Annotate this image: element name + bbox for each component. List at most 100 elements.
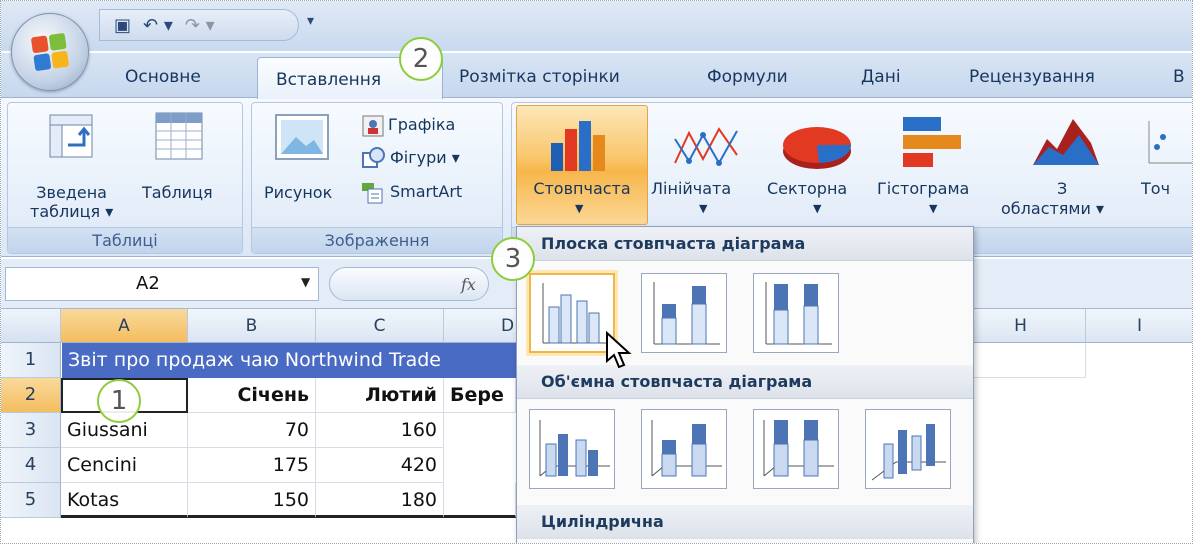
pivot-label-2: таблиця ▾ [30,202,114,221]
3d-clustered-column-icon [539,420,610,477]
3d-stacked-column-option[interactable] [641,409,727,489]
row-header-1[interactable]: 1 [1,343,61,378]
save-icon[interactable]: ▣ [114,15,131,36]
section-cylinder: Циліндрична [517,505,973,539]
tab-home[interactable]: Основне [125,67,201,87]
3d-clustered-column-option[interactable] [529,409,615,489]
name-box-dropdown-icon[interactable]: ▼ [301,275,310,289]
3d-stacked-column-icon [651,420,722,477]
group-tables-label: Таблиці [8,227,242,253]
row-header-5[interactable]: 5 [1,483,61,518]
insert-function-icon[interactable]: fx [461,275,476,294]
row-header-2[interactable]: 2 [1,378,61,413]
histogram-button[interactable]: Гістограма [877,179,969,198]
percent-stacked-column-option[interactable] [753,273,839,353]
area-chart-button[interactable]: областями ▾ [1001,199,1104,218]
section-2d-column: Плоска стовпчаста діаграма [517,227,973,261]
quick-access-toolbar: ▣ ↶ ▾ ↷ ▾ [99,9,299,41]
line-chart-arrow-icon: ▼ [699,202,708,215]
pivot-table-button[interactable]: Зведена таблиця ▾ [30,183,113,221]
callout-2: 2 [399,37,443,81]
shapes-button[interactable]: Фігури ▾ [390,148,460,167]
tab-view[interactable]: В [1173,67,1185,87]
percent-stacked-column-icon [765,282,832,345]
table-button[interactable]: Таблиця [142,183,213,202]
picture-button[interactable]: Рисунок [264,183,332,202]
3d-percent-stacked-column-option[interactable] [753,409,839,489]
group-images-label: Зображення [252,227,502,253]
column-chart-arrow-icon: ▼ [575,202,584,215]
column-chart-icon [551,121,605,171]
tab-page-layout[interactable]: Розмітка сторінки [459,67,620,87]
cell-name[interactable]: Kotas [61,483,188,518]
section-3d-column: Об'ємна стовпчаста діаграма [517,365,973,399]
mouse-cursor-icon [606,331,632,369]
office-logo-icon [30,32,70,72]
header-cell-mar[interactable]: Бере [444,378,516,413]
sheet-title-cell[interactable]: Звіт про продаж чаю Northwind Trade [62,343,518,378]
table-icon [155,112,203,160]
3d-percent-stacked-column-icon [763,420,834,477]
undo-icon[interactable]: ↶ ▾ [143,15,173,36]
clipart-button[interactable]: Графіка [388,115,455,134]
header-cell-feb[interactable]: Лютий [316,378,444,413]
3d-column-option[interactable] [865,409,951,489]
line-chart-icon [674,127,738,166]
scatter-chart-icon [1148,121,1192,164]
smartart-icon [362,183,383,204]
name-box[interactable]: A2 [5,267,319,301]
callout-1: 1 [97,379,141,423]
area-chart-icon [1033,119,1099,165]
pie-chart-arrow-icon: ▼ [813,202,822,215]
smartart-button[interactable]: SmartArt [390,182,462,201]
pivot-label-1: Зведена [36,183,107,202]
stacked-column-option[interactable] [641,273,727,353]
tab-formulas[interactable]: Формули [707,67,788,87]
tab-data[interactable]: Дані [861,67,901,87]
histogram-arrow-icon: ▼ [929,202,938,215]
group-images: Графіка Фігури ▾ SmartArt Рисунок Зображ… [251,102,503,254]
header-cell-jan[interactable]: Січень [188,378,316,413]
column-header-b[interactable]: B [188,309,316,343]
column-header-c[interactable]: C [316,309,444,343]
column-chart-label: Стовпчаста [533,179,631,198]
bar-chart-icon [903,117,961,167]
callout-3: 3 [491,237,535,281]
tab-review[interactable]: Рецензування [969,67,1095,87]
tab-insert-label: Вставлення [276,70,382,90]
pie-chart-icon [783,127,852,169]
select-all-corner[interactable] [1,309,61,343]
cell-empty[interactable] [444,483,516,518]
3d-column-icon [871,424,946,481]
column-header-a[interactable]: A [61,309,188,343]
column-header-i[interactable]: I [1086,309,1192,343]
clustered-column-option[interactable] [529,273,615,353]
shapes-icon [362,147,385,168]
cell-value[interactable]: 150 [188,483,316,518]
pivot-table-icon [49,114,93,158]
row-header-3[interactable]: 3 [1,413,61,448]
row-header-4[interactable]: 4 [1,448,61,483]
customize-qat-icon[interactable]: ▾ [307,13,314,29]
cell-empty[interactable] [956,343,1086,378]
cell-value[interactable]: 70 [188,413,316,448]
clipart-icon [362,115,384,137]
area-label-1: З [1057,179,1068,198]
redo-icon[interactable]: ↷ ▾ [185,15,215,36]
clustered-column-icon [542,283,607,344]
pie-chart-button[interactable]: Секторна [767,179,847,198]
ribbon-tabs: Основне Розмітка сторінки Формули Дані Р… [1,53,1192,97]
cell-value[interactable]: 160 [316,413,444,448]
cell-value[interactable]: 420 [316,448,444,483]
stacked-column-icon [653,282,720,345]
cell-value[interactable]: 180 [316,483,444,518]
column-chart-gallery: Плоска стовпчаста діаграма Об'ємна стовп… [516,226,974,543]
office-button[interactable] [11,13,89,91]
scatter-chart-button[interactable]: Точ [1141,179,1170,198]
line-chart-button[interactable]: Лінійчата [651,179,731,198]
excel-window: ▣ ↶ ▾ ↷ ▾ ▾ Основне Розмітка сторінки Фо… [0,0,1193,544]
column-header-h[interactable]: H [956,309,1086,343]
cell-name[interactable]: Cencini [61,448,188,483]
group-tables: Зведена таблиця ▾ Таблиця Таблиці [7,102,243,254]
cell-value[interactable]: 175 [188,448,316,483]
